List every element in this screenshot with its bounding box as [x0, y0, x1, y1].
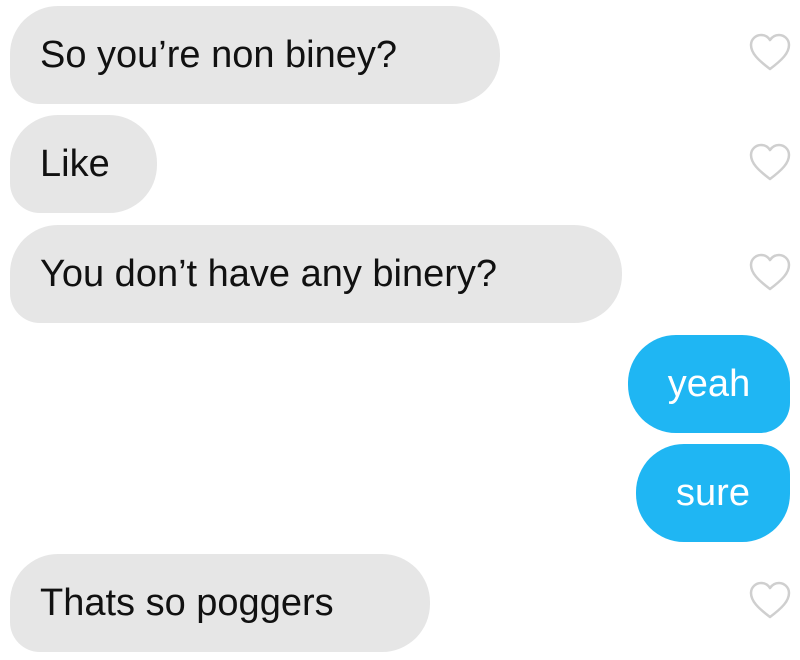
message-text: Like	[40, 143, 110, 185]
like-heart-icon[interactable]	[748, 142, 792, 182]
message-text: yeah	[667, 363, 751, 405]
sent-message-bubble[interactable]: yeah	[628, 335, 790, 433]
conversation-thread: So you’re non biney? Like You don’t have…	[0, 0, 800, 660]
received-message-bubble[interactable]: Thats so poggers	[10, 554, 430, 652]
message-text: sure	[676, 472, 750, 514]
like-heart-icon[interactable]	[748, 32, 792, 72]
message-text: Thats so poggers	[40, 582, 334, 624]
sent-message-bubble[interactable]: sure	[636, 444, 790, 542]
received-message-bubble[interactable]: Like	[10, 115, 157, 213]
received-message-bubble[interactable]: You don’t have any binery?	[10, 225, 622, 323]
like-heart-icon[interactable]	[748, 252, 792, 292]
message-text: You don’t have any binery?	[40, 253, 498, 295]
like-heart-icon[interactable]	[748, 580, 792, 620]
received-message-bubble[interactable]: So you’re non biney?	[10, 6, 500, 104]
message-text: So you’re non biney?	[40, 34, 398, 76]
